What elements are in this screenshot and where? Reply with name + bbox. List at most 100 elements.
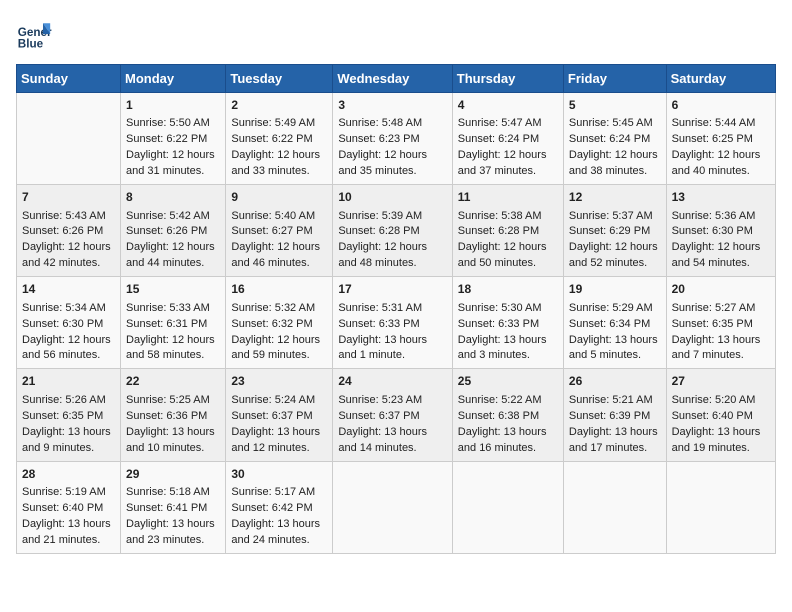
sunrise: Sunrise: 5:50 AM <box>126 117 210 129</box>
day-number: 6 <box>672 97 770 114</box>
day-number: 25 <box>458 373 558 390</box>
sunrise: Sunrise: 5:40 AM <box>231 210 315 222</box>
sunset: Sunset: 6:41 PM <box>126 502 207 514</box>
daylight-label: Daylight: 12 hours and 37 minutes. <box>458 149 547 177</box>
daylight-label: Daylight: 13 hours and 21 minutes. <box>22 518 111 546</box>
daylight-label: Daylight: 13 hours and 3 minutes. <box>458 334 547 362</box>
day-number: 8 <box>126 189 220 206</box>
daylight-label: Daylight: 13 hours and 7 minutes. <box>672 334 761 362</box>
sunset: Sunset: 6:34 PM <box>569 318 650 330</box>
logo: General Blue <box>16 16 52 52</box>
sunset: Sunset: 6:31 PM <box>126 318 207 330</box>
sunrise: Sunrise: 5:34 AM <box>22 302 106 314</box>
week-row-2: 7Sunrise: 5:43 AMSunset: 6:26 PMDaylight… <box>17 185 776 277</box>
calendar-cell: 25Sunrise: 5:22 AMSunset: 6:38 PMDayligh… <box>452 369 563 461</box>
day-number: 18 <box>458 281 558 298</box>
calendar-cell: 29 Sunrise: 5:18 AM Sunset: 6:41 PM Dayligh… <box>121 461 226 553</box>
daylight-label: Daylight: 13 hours and 12 minutes. <box>231 426 320 454</box>
weekday-header-saturday: Saturday <box>666 65 775 93</box>
daylight-label: Daylight: 13 hours and 5 minutes. <box>569 334 658 362</box>
weekday-header-row: SundayMondayTuesdayWednesdayThursdayFrid… <box>17 65 776 93</box>
day-number: 3 <box>338 97 446 114</box>
sunset: Sunset: 6:27 PM <box>231 225 312 237</box>
calendar-cell: 5Sunrise: 5:45 AMSunset: 6:24 PMDaylight… <box>563 93 666 185</box>
sunrise: Sunrise: 5:18 AM <box>126 486 210 498</box>
daylight-label: Daylight: 12 hours and 52 minutes. <box>569 241 658 269</box>
sunset: Sunset: 6:36 PM <box>126 410 207 422</box>
calendar-cell: 12Sunrise: 5:37 AMSunset: 6:29 PMDayligh… <box>563 185 666 277</box>
daylight-label: Daylight: 12 hours and 42 minutes. <box>22 241 111 269</box>
day-number: 2 <box>231 97 327 114</box>
sunrise: Sunrise: 5:19 AM <box>22 486 106 498</box>
daylight-label: Daylight: 12 hours and 40 minutes. <box>672 149 761 177</box>
day-number: 9 <box>231 189 327 206</box>
sunrise: Sunrise: 5:22 AM <box>458 394 542 406</box>
day-number: 14 <box>22 281 115 298</box>
daylight-label: Daylight: 13 hours and 16 minutes. <box>458 426 547 454</box>
calendar-cell: 3Sunrise: 5:48 AMSunset: 6:23 PMDaylight… <box>333 93 452 185</box>
calendar-cell: 17Sunrise: 5:31 AMSunset: 6:33 PMDayligh… <box>333 277 452 369</box>
sunset: Sunset: 6:35 PM <box>672 318 753 330</box>
calendar-cell: 7Sunrise: 5:43 AMSunset: 6:26 PMDaylight… <box>17 185 121 277</box>
calendar-cell: 8Sunrise: 5:42 AMSunset: 6:26 PMDaylight… <box>121 185 226 277</box>
sunrise: Sunrise: 5:48 AM <box>338 117 422 129</box>
sunset: Sunset: 6:28 PM <box>338 225 419 237</box>
sunset: Sunset: 6:37 PM <box>231 410 312 422</box>
weekday-header-friday: Friday <box>563 65 666 93</box>
sunrise: Sunrise: 5:39 AM <box>338 210 422 222</box>
daylight-label: Daylight: 12 hours and 48 minutes. <box>338 241 427 269</box>
daylight-label: Daylight: 12 hours and 33 minutes. <box>231 149 320 177</box>
sunrise: Sunrise: 5:27 AM <box>672 302 756 314</box>
calendar-cell <box>333 461 452 553</box>
sunset: Sunset: 6:42 PM <box>231 502 312 514</box>
sunrise: Sunrise: 5:45 AM <box>569 117 653 129</box>
calendar-cell: 13Sunrise: 5:36 AMSunset: 6:30 PMDayligh… <box>666 185 775 277</box>
sunset: Sunset: 6:29 PM <box>569 225 650 237</box>
sunset: Sunset: 6:33 PM <box>338 318 419 330</box>
day-number: 28 <box>22 466 115 483</box>
week-row-4: 21Sunrise: 5:26 AMSunset: 6:35 PMDayligh… <box>17 369 776 461</box>
day-number: 7 <box>22 189 115 206</box>
daylight-label: Daylight: 12 hours and 58 minutes. <box>126 334 215 362</box>
sunrise: Sunrise: 5:44 AM <box>672 117 756 129</box>
day-number: 20 <box>672 281 770 298</box>
calendar-cell <box>563 461 666 553</box>
sunset: Sunset: 6:40 PM <box>672 410 753 422</box>
sunset: Sunset: 6:30 PM <box>22 318 103 330</box>
sunset: Sunset: 6:39 PM <box>569 410 650 422</box>
calendar-cell: 20 Sunrise: 5:27 AM Sunset: 6:35 PM Dayligh… <box>666 277 775 369</box>
calendar-cell: 26Sunrise: 5:21 AMSunset: 6:39 PMDayligh… <box>563 369 666 461</box>
daylight-label: Daylight: 12 hours and 38 minutes. <box>569 149 658 177</box>
day-number: 23 <box>231 373 327 390</box>
calendar-cell: 28Sunrise: 5:19 AMSunset: 6:40 PMDayligh… <box>17 461 121 553</box>
daylight-label: Daylight: 13 hours and 10 minutes. <box>126 426 215 454</box>
sunrise: Sunrise: 5:49 AM <box>231 117 315 129</box>
day-number: 5 <box>569 97 661 114</box>
week-row-5: 28Sunrise: 5:19 AMSunset: 6:40 PMDayligh… <box>17 461 776 553</box>
daylight-label: Daylight: 13 hours and 9 minutes. <box>22 426 111 454</box>
calendar-cell: 6Sunrise: 5:44 AMSunset: 6:25 PMDaylight… <box>666 93 775 185</box>
day-number: 13 <box>672 189 770 206</box>
daylight-label: Daylight: 12 hours and 54 minutes. <box>672 241 761 269</box>
sunrise: Sunrise: 5:47 AM <box>458 117 542 129</box>
sunset: Sunset: 6:23 PM <box>338 133 419 145</box>
day-number: 29 <box>126 466 220 483</box>
daylight-label: Daylight: 13 hours and 14 minutes. <box>338 426 427 454</box>
sunset: Sunset: 6:24 PM <box>458 133 539 145</box>
sunrise: Sunrise: 5:43 AM <box>22 210 106 222</box>
sunset: Sunset: 6:32 PM <box>231 318 312 330</box>
day-number: 15 <box>126 281 220 298</box>
calendar-cell <box>666 461 775 553</box>
sunrise: Sunrise: 5:42 AM <box>126 210 210 222</box>
sunrise: Sunrise: 5:37 AM <box>569 210 653 222</box>
week-row-3: 14 Sunrise: 5:34 AM Sunset: 6:30 PM Dayligh… <box>17 277 776 369</box>
day-number: 11 <box>458 189 558 206</box>
calendar-cell: 23Sunrise: 5:24 AMSunset: 6:37 PMDayligh… <box>226 369 333 461</box>
day-number: 30 <box>231 466 327 483</box>
daylight-label: Daylight: 12 hours and 46 minutes. <box>231 241 320 269</box>
calendar-cell: 18Sunrise: 5:30 AMSunset: 6:33 PMDayligh… <box>452 277 563 369</box>
calendar-cell: 2Sunrise: 5:49 AMSunset: 6:22 PMDaylight… <box>226 93 333 185</box>
daylight-label: Daylight: 13 hours and 1 minute. <box>338 334 427 362</box>
calendar-cell: 11Sunrise: 5:38 AMSunset: 6:28 PMDayligh… <box>452 185 563 277</box>
daylight-label: Daylight: 13 hours and 23 minutes. <box>126 518 215 546</box>
